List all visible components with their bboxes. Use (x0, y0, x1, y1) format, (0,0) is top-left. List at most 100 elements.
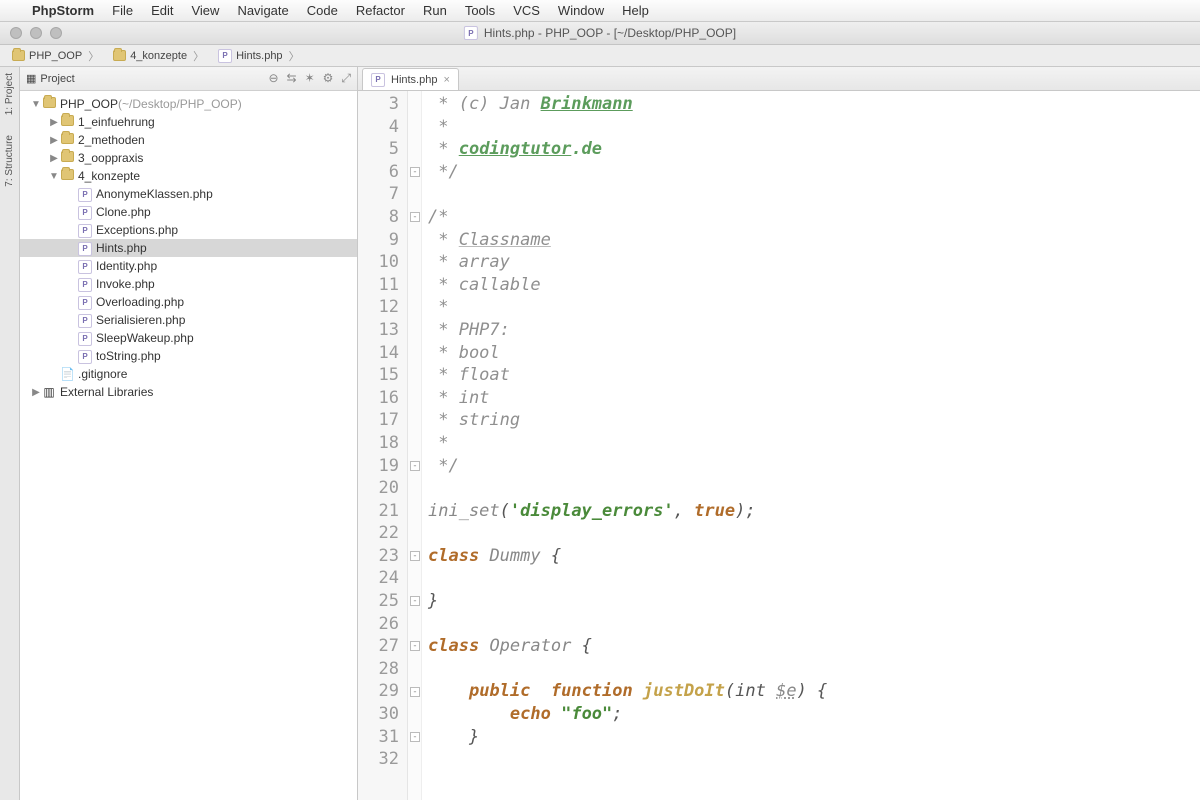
php-file-icon: P (78, 312, 92, 328)
folder-icon (113, 50, 126, 61)
breadcrumb-item[interactable]: 4_konzepte 〉 (109, 48, 210, 64)
menu-tools[interactable]: Tools (465, 3, 495, 18)
tree-row[interactable]: ▼PHP_OOP (~/Desktop/PHP_OOP) (20, 95, 357, 113)
tree-row[interactable]: PIdentity.php (20, 257, 357, 275)
menu-window[interactable]: Window (558, 3, 604, 18)
tree-row[interactable]: ▶2_methoden (20, 131, 357, 149)
php-file-icon: P (78, 294, 92, 310)
expander-icon[interactable]: ▶ (48, 117, 60, 128)
minimize-window-button[interactable] (30, 27, 42, 39)
fold-toggle-icon[interactable]: - (410, 461, 420, 471)
tree-row[interactable]: ▼4_konzepte (20, 167, 357, 185)
editor-tab[interactable]: P Hints.php × (362, 68, 459, 90)
fold-gutter[interactable]: - - - - - - - - (408, 91, 422, 800)
breadcrumb-item[interactable]: PHP_OOP 〉 (8, 48, 105, 64)
tree-label: SleepWakeup.php (96, 331, 194, 345)
tree-row[interactable]: ▶3_ooppraxis (20, 149, 357, 167)
expander-icon[interactable]: ▶ (30, 387, 42, 398)
folder-icon (60, 151, 74, 165)
menu-run[interactable]: Run (423, 3, 447, 18)
menu-view[interactable]: View (191, 3, 219, 18)
tree-row[interactable]: PExceptions.php (20, 221, 357, 239)
breadcrumb-label: Hints.php (236, 50, 282, 62)
expander-icon[interactable]: ▼ (48, 171, 60, 182)
tree-label: Identity.php (96, 259, 157, 273)
breadcrumb: PHP_OOP 〉 4_konzepte 〉 P Hints.php 〉 (0, 45, 1200, 67)
code-area[interactable]: * (c) Jan Brinkmann * * codingtutor.de *… (422, 91, 1200, 800)
tree-row[interactable]: ▶▥ External Libraries (20, 383, 357, 401)
php-file-icon: P (371, 73, 385, 87)
project-panel-title[interactable]: ▦Project (26, 72, 262, 85)
close-icon[interactable]: × (443, 74, 449, 86)
file-icon: 📄 (60, 367, 74, 381)
tree-row[interactable]: 📄.gitignore (20, 365, 357, 383)
menu-refactor[interactable]: Refactor (356, 3, 405, 18)
tree-row[interactable]: P SleepWakeup.php (20, 329, 357, 347)
traffic-lights (0, 27, 62, 39)
window-title-bar: P Hints.php - PHP_OOP - [~/Desktop/PHP_O… (0, 22, 1200, 45)
hide-panel-icon[interactable]: ⤢ (341, 71, 351, 86)
php-file-icon: P (78, 222, 92, 238)
tree-label: PHP_OOP (60, 97, 118, 111)
menu-help[interactable]: Help (622, 3, 649, 18)
tree-row[interactable]: PClone.php (20, 203, 357, 221)
editor-body[interactable]: 3456789101112131415161718192021222324252… (358, 91, 1200, 800)
fold-toggle-icon[interactable]: - (410, 212, 420, 222)
tree-row[interactable]: P Hints.php (20, 239, 357, 257)
folder-icon (12, 50, 25, 61)
menu-file[interactable]: File (112, 3, 133, 18)
tool-tab-project[interactable]: 1: Project (4, 73, 15, 115)
php-file-icon: P (78, 186, 92, 202)
autoscroll-icon[interactable]: ✶ (305, 71, 315, 86)
menu-app-name[interactable]: PhpStorm (32, 3, 94, 18)
editor-area: P Hints.php × 34567891011121314151617181… (358, 67, 1200, 800)
tree-label: Invoke.php (96, 277, 155, 291)
fold-toggle-icon[interactable]: - (410, 596, 420, 606)
gear-icon[interactable]: ⚙ (323, 71, 334, 86)
expander-icon[interactable]: ▶ (48, 135, 60, 146)
project-panel-header: ▦Project ⊖ ⇆ ✶ ⚙ ⤢ (20, 67, 357, 91)
project-tool-window: ▦Project ⊖ ⇆ ✶ ⚙ ⤢ ▼PHP_OOP (~/Desktop/P… (20, 67, 358, 800)
php-file-icon: P (78, 276, 92, 292)
zoom-window-button[interactable] (50, 27, 62, 39)
project-tree[interactable]: ▼PHP_OOP (~/Desktop/PHP_OOP)▶1_einfuehru… (20, 91, 357, 800)
tree-row[interactable]: PtoString.php (20, 347, 357, 365)
tree-row[interactable]: POverloading.php (20, 293, 357, 311)
fold-toggle-icon[interactable]: - (410, 687, 420, 697)
menu-code[interactable]: Code (307, 3, 338, 18)
php-file-icon: P (464, 26, 478, 40)
close-window-button[interactable] (10, 27, 22, 39)
tree-row[interactable]: ▶1_einfuehrung (20, 113, 357, 131)
fold-toggle-icon[interactable]: - (410, 551, 420, 561)
fold-toggle-icon[interactable]: - (410, 641, 420, 651)
tree-row[interactable]: PAnonymeKlassen.php (20, 185, 357, 203)
scroll-from-source-icon[interactable]: ⇆ (287, 71, 297, 86)
fold-toggle-icon[interactable]: - (410, 167, 420, 177)
collapse-all-icon[interactable]: ⊖ (268, 71, 278, 86)
php-file-icon: P (78, 330, 92, 346)
chevron-right-icon: 〉 (287, 48, 302, 64)
folder-icon (42, 97, 56, 111)
expander-icon[interactable]: ▶ (48, 153, 60, 164)
php-file-icon: P (218, 49, 232, 63)
folder-icon (60, 115, 74, 129)
breadcrumb-label: PHP_OOP (29, 50, 82, 62)
php-file-icon: P (78, 240, 92, 256)
tool-tab-structure[interactable]: 7: Structure (4, 135, 15, 187)
tree-row[interactable]: P Invoke.php (20, 275, 357, 293)
breadcrumb-item[interactable]: P Hints.php 〉 (214, 48, 305, 64)
fold-toggle-icon[interactable]: - (410, 732, 420, 742)
tree-label: Hints.php (96, 241, 147, 255)
menu-vcs[interactable]: VCS (513, 3, 540, 18)
menu-edit[interactable]: Edit (151, 3, 173, 18)
tree-label: External Libraries (60, 385, 153, 399)
expander-icon[interactable]: ▼ (30, 99, 42, 110)
php-file-icon: P (78, 204, 92, 220)
mac-menu-bar: PhpStorm File Edit View Navigate Code Re… (0, 0, 1200, 22)
tree-row[interactable]: PSerialisieren.php (20, 311, 357, 329)
library-icon: ▥ (42, 385, 56, 399)
editor-tab-label: Hints.php (391, 74, 437, 86)
tree-label: toString.php (96, 349, 161, 363)
editor-tabs: P Hints.php × (358, 67, 1200, 91)
menu-navigate[interactable]: Navigate (237, 3, 288, 18)
